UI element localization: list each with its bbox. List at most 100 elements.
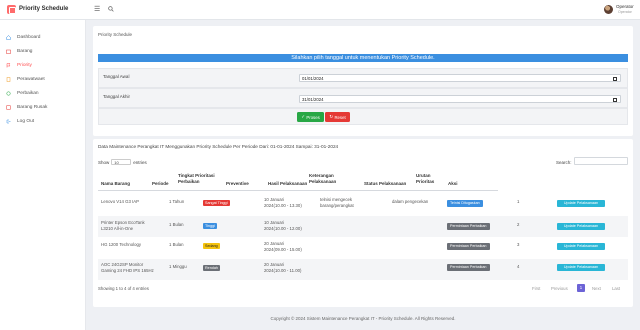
th-nama-barang[interactable]: Nama Barang — [101, 181, 130, 187]
th-preventive[interactable]: Preventive — [226, 181, 249, 187]
menu-toggle-icon[interactable]: ☰ — [94, 5, 100, 13]
breadcrumb: Priority Schedule — [98, 32, 133, 37]
cell-periode: 1 Bulan — [169, 242, 184, 247]
app-brand: Priority Schedule — [19, 6, 69, 12]
sidebar-item-label: Barang — [17, 48, 33, 54]
show-label: Show — [98, 159, 110, 165]
start-date-row: Tanggal Awal 01/01/2024 — [98, 68, 628, 88]
home-icon — [6, 34, 11, 40]
update-pelaksanaan-button[interactable]: Update Pelaksanaan — [557, 243, 605, 250]
update-pelaksanaan-button[interactable]: Update Pelaksanaan — [557, 200, 605, 207]
cell-hasil: 20 Januari 2024(10.00 - 11.00) — [264, 262, 302, 273]
wrench-icon — [6, 91, 11, 95]
status-button[interactable]: Telnisi Ditugaskan — [447, 200, 483, 207]
cell-status-pelaksanaan: dalam pengecekan — [392, 199, 429, 204]
period-title: Data Maintenance Perangkat IT Menggunaka… — [98, 144, 339, 149]
pagination-next[interactable]: Next — [592, 286, 601, 291]
start-date-label: Tanggal Awal — [103, 74, 130, 79]
search-input[interactable] — [574, 157, 628, 165]
cell-nama-barang: HG 1200 Technology — [101, 242, 142, 247]
table-header-divider — [98, 190, 498, 191]
cell-urutan: 1 — [517, 199, 520, 204]
entries-select[interactable]: 10 — [111, 159, 132, 165]
status-button[interactable]: Permintaan Perbaikan — [447, 264, 490, 271]
pagination-first[interactable]: First — [532, 286, 540, 291]
calendar-icon[interactable] — [613, 97, 617, 102]
sidebar-item-perawatwaet[interactable]: Perawatwaet — [6, 74, 45, 84]
cell-hasil: 10 Januari 2024(10.00 - 12.00) — [264, 220, 302, 231]
reset-label: Reset — [334, 114, 346, 120]
cell-periode: 1 Bulan — [169, 222, 184, 227]
status-button[interactable]: Permintaan Perbaikan — [447, 243, 490, 250]
alert-icon — [6, 104, 11, 110]
sidebar-item-label: Dashboard — [17, 34, 41, 40]
sidebar-item-label: Barang Rusak — [17, 104, 48, 110]
top-bar: Priority Schedule ☰ Operator Operator — [0, 0, 640, 20]
th-aksi[interactable]: Aksi — [448, 181, 458, 187]
search-icon[interactable] — [108, 6, 114, 12]
sidebar: Dashboard Barang Priority Perawatwaet Pe… — [0, 20, 86, 330]
th-status[interactable]: Status Pelaksanaan — [364, 181, 406, 187]
priority-badge: Sangat Tinggi — [203, 200, 230, 206]
refresh-icon: ↻ — [329, 114, 333, 119]
proses-label: Proses — [306, 114, 320, 120]
pagination-current[interactable]: 1 — [577, 284, 585, 292]
document-icon — [6, 76, 11, 82]
box-icon — [6, 49, 11, 54]
status-button[interactable]: Permintaan Perbaikan — [447, 223, 490, 230]
sidebar-item-label: Perbaikan — [17, 90, 39, 96]
update-pelaksanaan-button[interactable]: Update Pelaksanaan — [557, 264, 605, 271]
end-date-label: Tanggal Akhir — [103, 94, 131, 99]
cell-urutan: 2 — [517, 222, 520, 227]
end-date-input[interactable]: 31/01/2024 — [299, 95, 621, 103]
sidebar-item-barang[interactable]: Barang — [6, 46, 32, 56]
pagination-previous[interactable]: Previous — [551, 286, 568, 291]
app-logo-icon — [7, 5, 16, 14]
priority-badge: Sedang — [203, 243, 220, 249]
cell-nama-barang: Lenovo V14 G3 IAP — [101, 199, 139, 204]
sidebar-item-label: Log Out — [17, 118, 35, 124]
cell-nama-barang: Printer Epson EcoTank L3210 All-in-One — [101, 220, 145, 231]
table-info: Showing 1 to 4 of 4 entries — [98, 286, 149, 291]
check-icon: ✓ — [301, 114, 305, 119]
th-hasil[interactable]: Hasil Pelaksanaan — [268, 181, 307, 187]
entries-label: entries — [133, 159, 147, 165]
end-date-row: Tanggal Akhir 31/01/2024 — [98, 88, 628, 108]
flag-icon — [6, 62, 11, 67]
pagination-last[interactable]: Last — [612, 286, 620, 291]
search-label: Search: — [556, 160, 572, 165]
th-keterangan[interactable]: Keterangan Pelaksanaan — [309, 173, 349, 185]
update-pelaksanaan-button[interactable]: Update Pelaksanaan — [557, 223, 605, 230]
cell-nama-barang: AOC 24G2SP Monitor Gaming 24 FHD IPS 165… — [101, 262, 154, 273]
th-tingkat[interactable]: Tingkat Prioritasi Perbaikan — [178, 173, 218, 185]
sidebar-item-label: Perawatwaet — [17, 76, 45, 82]
cell-hasil: 20 Januari 2024(09.00 - 15.00) — [264, 241, 302, 252]
calendar-icon[interactable] — [613, 76, 617, 81]
sidebar-item-barang-rusak[interactable]: Barang Rusak — [6, 102, 47, 112]
reset-button[interactable]: ↻ Reset — [325, 112, 350, 122]
user-name[interactable]: Operator — [616, 4, 634, 9]
cell-hasil: 10 Januari 2024(10.00 - 13.30) — [264, 197, 302, 208]
proses-button[interactable]: ✓ Proses — [297, 112, 324, 122]
sidebar-item-logout[interactable]: Log Out — [6, 116, 34, 126]
info-banner: Silahkan pilih tanggal untuk menentukan … — [98, 54, 628, 62]
avatar[interactable] — [604, 5, 613, 14]
start-date-value: 01/01/2024 — [302, 76, 324, 81]
sidebar-item-perbaikan[interactable]: Perbaikan — [6, 88, 39, 98]
start-date-input[interactable]: 01/01/2024 — [299, 74, 621, 82]
th-urutan[interactable]: Urutan Prioritas — [416, 173, 440, 185]
sidebar-item-priority[interactable]: Priority — [6, 60, 32, 70]
cell-periode: 1 Minggu — [169, 264, 187, 269]
priority-badge: Tinggi — [203, 223, 217, 229]
footer-copyright: Copyright © 2024 Sistem Maintenance Pera… — [270, 316, 456, 321]
end-date-value: 31/01/2024 — [302, 97, 324, 102]
table-row — [98, 238, 628, 258]
th-periode[interactable]: Periode — [152, 181, 169, 187]
priority-badge: Rendah — [203, 265, 220, 271]
cell-urutan: 3 — [517, 242, 520, 247]
sidebar-item-dashboard[interactable]: Dashboard — [6, 32, 40, 42]
action-row — [98, 108, 628, 125]
cell-periode: 1 Tahun — [169, 199, 185, 204]
user-role: Operator — [618, 10, 632, 14]
entries-control: Show 10 entries — [98, 159, 147, 165]
